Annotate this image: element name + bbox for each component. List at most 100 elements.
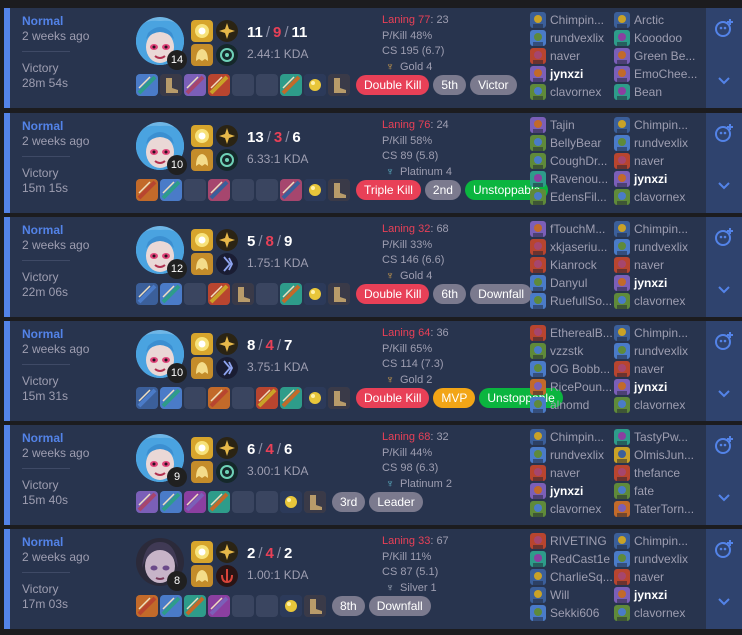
participant[interactable]: jynxzi xyxy=(614,274,700,292)
empty-item-slot[interactable] xyxy=(184,283,206,305)
participant-name[interactable]: Kianrock xyxy=(550,257,597,273)
participant-name[interactable]: jynxzi xyxy=(550,66,583,82)
participant-name[interactable]: Tajin xyxy=(550,117,575,133)
participant-name[interactable]: jynxzi xyxy=(634,171,667,187)
participant-name[interactable]: RuefullSo... xyxy=(550,293,612,309)
participant[interactable]: OG Bobb... xyxy=(530,360,616,378)
expand-button[interactable] xyxy=(706,153,742,213)
participant[interactable]: Kooodoo xyxy=(614,29,700,47)
participant[interactable]: RuefullSo... xyxy=(530,292,616,310)
kraken-slayer-icon[interactable] xyxy=(160,283,182,305)
ghost-spell-icon[interactable] xyxy=(191,253,213,275)
ionian-boots-icon[interactable] xyxy=(304,595,326,617)
ionian-boots-icon[interactable] xyxy=(328,283,350,305)
participant[interactable]: rundvexlix xyxy=(614,134,700,152)
participant[interactable]: Tajin xyxy=(530,116,616,134)
participant[interactable]: thefance xyxy=(614,464,700,482)
infinity-edge-icon[interactable] xyxy=(280,283,302,305)
ghost-spell-icon[interactable] xyxy=(191,149,213,171)
participant-name[interactable]: naver xyxy=(634,153,664,169)
participant-name[interactable]: jynxzi xyxy=(634,587,667,603)
participant[interactable]: Chimpin... xyxy=(530,11,616,29)
rapid-firecannon-icon[interactable] xyxy=(184,74,206,96)
kraken-slayer-icon[interactable] xyxy=(160,595,182,617)
participant[interactable]: clavornex xyxy=(614,292,700,310)
match-card[interactable]: Normal 2 weeks ago Victory 17m 03s 8 2/4/2 1.… xyxy=(4,529,742,629)
participant-name[interactable]: OlmisJun... xyxy=(634,447,694,463)
ghost-spell-icon[interactable] xyxy=(191,565,213,587)
share-button[interactable] xyxy=(706,8,742,48)
participant-name[interactable]: rundvexlix xyxy=(634,343,688,359)
press-the-attack-icon[interactable] xyxy=(216,541,238,563)
participant[interactable]: Chimpin... xyxy=(614,116,700,134)
participant[interactable]: clavornex xyxy=(530,83,616,101)
participant[interactable]: naver xyxy=(530,47,616,65)
empty-item-slot[interactable] xyxy=(232,595,254,617)
participant-name[interactable]: jynxzi xyxy=(634,275,667,291)
participant-name[interactable]: Chimpin... xyxy=(634,533,688,549)
participant[interactable]: Bean xyxy=(614,83,700,101)
participant-name[interactable]: clavornex xyxy=(550,84,601,100)
participant-name[interactable]: RedCast1e xyxy=(550,551,610,567)
participant[interactable]: fTouchM... xyxy=(530,220,616,238)
participant[interactable]: EdensFil... xyxy=(530,188,616,206)
expand-button[interactable] xyxy=(706,48,742,108)
participant[interactable]: naver xyxy=(614,256,700,274)
participant-name[interactable]: fTouchM... xyxy=(550,221,605,237)
share-button[interactable] xyxy=(706,217,742,257)
gold-ward-icon[interactable] xyxy=(304,387,326,409)
kraken-slayer-icon[interactable] xyxy=(136,74,158,96)
ghost-spell-icon[interactable] xyxy=(191,44,213,66)
participant-name[interactable]: EtherealB... xyxy=(550,325,613,341)
sword-icon[interactable] xyxy=(136,179,158,201)
participant[interactable]: rundvexlix xyxy=(614,342,700,360)
expand-button[interactable] xyxy=(706,465,742,525)
crossed-blades-icon[interactable] xyxy=(208,179,230,201)
participant-name[interactable]: clavornex xyxy=(550,501,601,517)
empty-item-slot[interactable] xyxy=(256,595,278,617)
participant[interactable]: TastyPw... xyxy=(614,428,700,446)
participant-name[interactable]: alnomd xyxy=(550,397,589,413)
match-card[interactable]: Normal 2 weeks ago Victory 15m 31s 10 8/4/7 3… xyxy=(4,321,742,421)
participant-name[interactable]: clavornex xyxy=(634,605,685,621)
lance-icon[interactable] xyxy=(208,595,230,617)
participant[interactable]: naver xyxy=(614,360,700,378)
empty-item-slot[interactable] xyxy=(256,491,278,513)
participant-name[interactable]: vzzstk xyxy=(550,343,583,359)
participant-name[interactable]: Arctic xyxy=(634,12,664,28)
kraken-slayer-icon[interactable] xyxy=(160,491,182,513)
participant[interactable]: Danyul xyxy=(530,274,616,292)
participant-name[interactable]: EdensFil... xyxy=(550,189,607,205)
participant[interactable]: rundvexlix xyxy=(614,238,700,256)
press-the-attack-icon[interactable] xyxy=(216,20,238,42)
participant[interactable]: naver xyxy=(530,464,616,482)
participant[interactable]: jynxzi xyxy=(614,170,700,188)
gold-ward-icon[interactable] xyxy=(280,595,302,617)
participant[interactable]: clavornex xyxy=(614,188,700,206)
participant-name[interactable]: clavornex xyxy=(634,293,685,309)
participant-name[interactable]: naver xyxy=(634,361,664,377)
share-button[interactable] xyxy=(706,529,742,569)
flash-spell-icon[interactable] xyxy=(191,541,213,563)
participant-name[interactable]: Chimpin... xyxy=(634,325,688,341)
participant-name[interactable]: Green Be... xyxy=(634,48,695,64)
blade-icon[interactable] xyxy=(184,595,206,617)
participant[interactable]: CoughDr... xyxy=(530,152,616,170)
participant-name[interactable]: clavornex xyxy=(634,397,685,413)
participant[interactable]: RicePoun... xyxy=(530,378,616,396)
participant[interactable]: rundvexlix xyxy=(614,550,700,568)
press-the-attack-icon[interactable] xyxy=(216,437,238,459)
participant[interactable]: Chimpin... xyxy=(614,324,700,342)
share-button[interactable] xyxy=(706,113,742,153)
share-button[interactable] xyxy=(706,321,742,361)
phantom-dancer-icon[interactable] xyxy=(184,491,206,513)
participant-name[interactable]: thefance xyxy=(634,465,680,481)
sword-icon[interactable] xyxy=(208,387,230,409)
expand-button[interactable] xyxy=(706,257,742,317)
participant-name[interactable]: EmoChee... xyxy=(634,66,697,82)
infinity-edge-icon[interactable] xyxy=(280,74,302,96)
gold-ward-icon[interactable] xyxy=(280,491,302,513)
lethal-tempo-icon[interactable] xyxy=(216,229,238,251)
empty-item-slot[interactable] xyxy=(256,74,278,96)
participant-name[interactable]: jynxzi xyxy=(550,483,583,499)
